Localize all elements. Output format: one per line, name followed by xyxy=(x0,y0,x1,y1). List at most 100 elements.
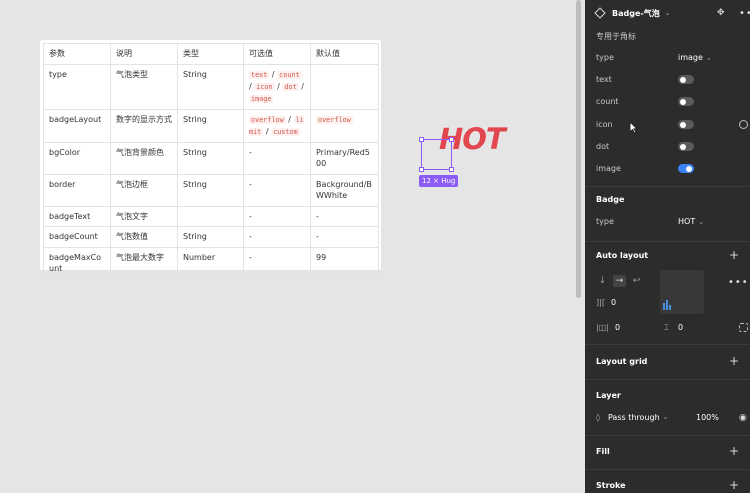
direction-wrap-icon[interactable]: ↩ xyxy=(630,275,643,287)
add-fill-icon[interactable]: + xyxy=(729,445,739,457)
table-row: badgeMaxCount 气泡最大数字 Number - 99 xyxy=(43,246,379,280)
cell-default: Primary/Red500 xyxy=(310,141,379,175)
divider xyxy=(585,379,750,380)
spacing-value[interactable]: 0 xyxy=(611,298,616,307)
cell-desc: 数字的显示方式 xyxy=(110,108,178,143)
cell-desc: 气泡边框 xyxy=(110,173,178,207)
mouse-cursor-icon xyxy=(629,121,638,134)
instance-swap-icon[interactable] xyxy=(737,118,750,131)
option-code: overflow xyxy=(249,115,286,124)
prop-type-value: image xyxy=(678,53,703,62)
header-options: 可选值 xyxy=(243,43,311,65)
cell-type: String xyxy=(177,63,244,110)
cell-param: type xyxy=(43,63,111,110)
cell-param: border xyxy=(43,173,111,207)
cell-param: badgeCount xyxy=(43,226,111,248)
resize-handle-bl[interactable] xyxy=(419,167,424,172)
option-code: icon xyxy=(254,82,275,91)
padding-horizontal-value[interactable]: 0 xyxy=(615,323,620,332)
cell-param: badgeMaxCount xyxy=(43,246,111,280)
prop-count-toggle[interactable] xyxy=(678,97,694,106)
prop-text-toggle[interactable] xyxy=(678,75,694,84)
layer-title: Layer xyxy=(596,391,621,400)
component-diamond-icon xyxy=(594,7,606,19)
resize-handle-tl[interactable] xyxy=(419,137,424,142)
table-row: type 气泡类型 String text / count / icon / d… xyxy=(43,63,379,110)
selection-box[interactable] xyxy=(419,137,454,172)
chevron-down-icon[interactable]: ⌄ xyxy=(665,9,671,17)
design-canvas[interactable]: 参数 说明 类型 可选值 默认值 type 气泡类型 String text /… xyxy=(0,0,575,493)
prop-icon-toggle[interactable] xyxy=(678,120,694,129)
prop-image-toggle[interactable] xyxy=(678,164,694,173)
alignment-grid[interactable]: ··· ··· xyxy=(660,270,704,314)
props-doc-frame[interactable]: 参数 说明 类型 可选值 默认值 type 气泡类型 String text /… xyxy=(40,40,381,280)
eye-icon[interactable]: ◉ xyxy=(739,413,747,423)
default-code: overflow xyxy=(316,115,353,124)
cell-options: - xyxy=(243,173,311,207)
layer-opacity[interactable]: 100% xyxy=(696,413,719,422)
auto-layout-title: Auto layout xyxy=(596,251,649,260)
cell-desc: 气泡类型 xyxy=(110,63,178,110)
table-row: badgeText 气泡文字 - - xyxy=(43,205,379,227)
cell-default: 99 xyxy=(310,246,379,280)
cell-type xyxy=(177,205,244,227)
table-row: badgeLayout 数字的显示方式 String overflow / li… xyxy=(43,108,379,143)
option-code: count xyxy=(277,70,302,79)
add-stroke-icon[interactable]: + xyxy=(729,479,739,491)
badge-type-select[interactable]: HOT ⌄ xyxy=(678,217,704,226)
divider xyxy=(585,344,750,345)
component-name[interactable]: Badge-气泡 xyxy=(612,8,660,19)
cell-default: - xyxy=(310,205,379,227)
cell-options: - xyxy=(243,141,311,175)
cell-desc: 气泡文字 xyxy=(110,205,178,227)
divider xyxy=(585,186,750,187)
cell-options: - xyxy=(243,226,311,248)
cell-type: String xyxy=(177,141,244,175)
table-row: border 气泡边框 String - Background/BWWhite xyxy=(43,173,379,207)
blend-mode-select[interactable]: Pass through ⌄ xyxy=(608,413,669,422)
layout-grid-title: Layout grid xyxy=(596,357,648,366)
stroke-title: Stroke xyxy=(596,481,626,490)
cell-options: text / count / icon / dot / image xyxy=(243,63,311,110)
chevron-down-icon: ⌄ xyxy=(698,217,705,226)
cell-type: Number xyxy=(177,246,244,280)
divider xyxy=(585,241,750,242)
resize-handle-br[interactable] xyxy=(449,167,454,172)
canvas-scrollbar[interactable] xyxy=(576,0,581,298)
auto-layout-more-icon[interactable]: ••• xyxy=(728,277,749,288)
cell-desc: 气泡最大数字 xyxy=(110,246,178,280)
add-layout-grid-icon[interactable]: + xyxy=(729,355,739,367)
header-default: 默认值 xyxy=(310,43,379,65)
cell-type: String xyxy=(177,108,244,143)
cell-options: - xyxy=(243,205,311,227)
fill-title: Fill xyxy=(596,447,610,456)
padding-vertical-value[interactable]: 0 xyxy=(678,323,683,332)
component-set-icon[interactable]: ✥ xyxy=(717,8,725,18)
cell-type: String xyxy=(177,226,244,248)
more-options-icon[interactable]: ••• xyxy=(739,8,750,19)
add-auto-layout-icon[interactable]: + xyxy=(729,249,739,261)
resize-handle-tr[interactable] xyxy=(449,137,454,142)
table-row: bgColor 气泡背景颜色 String - Primary/Red500 xyxy=(43,141,379,175)
prop-count-label: count xyxy=(596,97,619,106)
prop-type-select[interactable]: image ⌄ xyxy=(678,53,712,62)
prop-image-label: image xyxy=(596,164,621,173)
blend-mode-icon: ◊ xyxy=(596,413,600,422)
prop-dot-toggle[interactable] xyxy=(678,142,694,151)
props-table: 参数 说明 类型 可选值 默认值 type 气泡类型 String text /… xyxy=(43,43,379,280)
size-badge: 12 × Hug xyxy=(419,175,459,187)
chevron-down-icon: ⌄ xyxy=(705,53,712,62)
cell-param: badgeText xyxy=(43,205,111,227)
cell-desc: 气泡背景颜色 xyxy=(110,141,178,175)
badge-section-title: Badge xyxy=(596,195,625,204)
option-code: text xyxy=(249,70,270,79)
direction-vertical-icon[interactable]: ↓ xyxy=(596,275,609,287)
direction-horizontal-icon[interactable]: → xyxy=(613,275,626,287)
cell-type: String xyxy=(177,173,244,207)
individual-padding-icon[interactable] xyxy=(739,323,748,332)
padding-horizontal-icon: |◫| xyxy=(596,323,609,332)
cell-default: - xyxy=(310,226,379,248)
prop-icon-label: icon xyxy=(596,120,613,129)
option-code: dot xyxy=(282,82,299,91)
blend-mode-value: Pass through xyxy=(607,413,660,422)
